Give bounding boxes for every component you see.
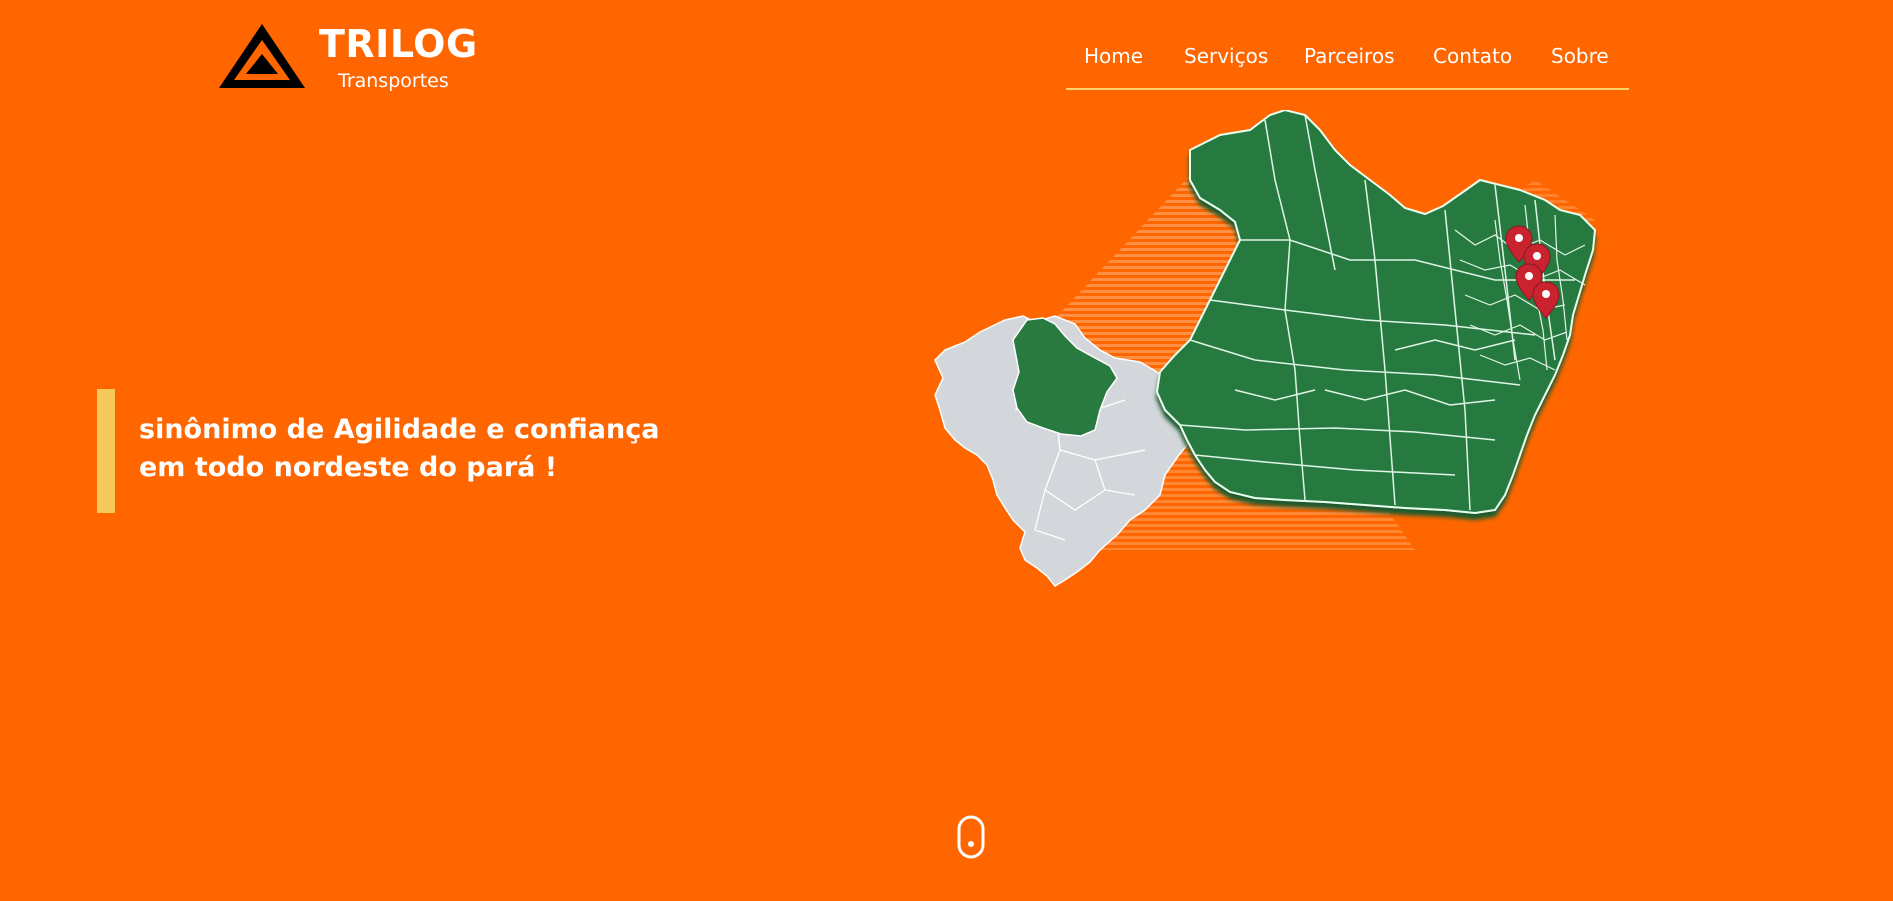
nav-item-home[interactable]: Home — [1084, 44, 1143, 68]
main-nav: Home Serviços Parceiros Contato Sobre — [1066, 38, 1629, 90]
nav-item-sobre[interactable]: Sobre — [1551, 44, 1609, 68]
para-state-map-icon — [1155, 110, 1597, 515]
triangle-mountain-icon — [219, 24, 305, 88]
mouse-scroll-icon — [957, 815, 985, 859]
hero-headline-line-2: em todo nordeste do pará ! — [139, 452, 558, 483]
nav-item-contato[interactable]: Contato — [1433, 44, 1512, 68]
brand-tagline: Transportes — [338, 70, 449, 92]
brand-logo[interactable]: TRILOG Transportes — [218, 22, 478, 94]
hero-headline: sinônimo de Agilidade e confiança em tod… — [139, 411, 699, 487]
hero-accent-bar — [97, 389, 115, 513]
nav-item-parceiros[interactable]: Parceiros — [1304, 44, 1395, 68]
hero-headline-line-1: sinônimo de Agilidade e confiança — [139, 414, 660, 445]
nav-item-servicos[interactable]: Serviços — [1184, 44, 1268, 68]
scroll-down-button[interactable] — [956, 814, 986, 860]
brand-name: TRILOG — [319, 22, 478, 66]
map-illustration — [934, 110, 1597, 587]
nav-list: Home Serviços Parceiros Contato Sobre — [1066, 38, 1629, 88]
